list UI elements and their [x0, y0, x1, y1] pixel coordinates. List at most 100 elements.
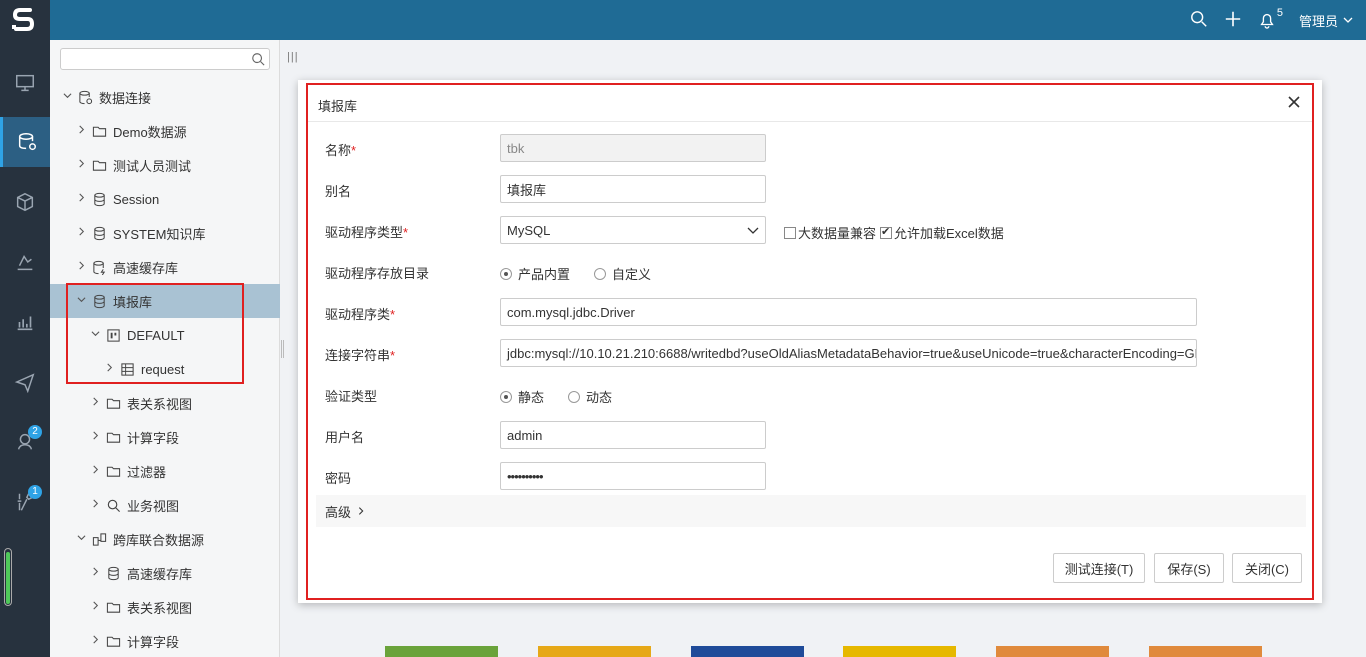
tree-item-label: 测试人员测试 — [113, 158, 192, 174]
conn-string-field[interactable]: jdbc:mysql://10.10.21.210:6688/writedbd?… — [500, 339, 1197, 367]
tree-item[interactable]: 跨库联合数据源 — [50, 522, 280, 556]
database-icon — [88, 192, 113, 207]
data-connection-nav-icon[interactable] — [0, 117, 50, 167]
memory-meter — [4, 548, 12, 606]
publish-icon[interactable] — [0, 357, 50, 407]
checkbox-box[interactable] — [784, 226, 796, 239]
cube-icon[interactable] — [0, 177, 50, 227]
tree-item[interactable]: 高速缓存库 — [50, 556, 280, 590]
radio-circle[interactable] — [594, 267, 607, 280]
chevron-right-icon[interactable] — [88, 397, 102, 409]
tree-item[interactable]: 过滤器 — [50, 454, 280, 488]
chevron-down-icon[interactable] — [74, 295, 88, 307]
tree-item[interactable]: 表关系视图 — [50, 386, 280, 420]
chevron-right-icon[interactable] — [74, 193, 88, 205]
analysis-icon[interactable] — [0, 237, 50, 287]
tree-item[interactable]: 填报库 — [50, 284, 280, 318]
name-label: 名称* — [325, 143, 357, 158]
folder-icon — [102, 464, 127, 479]
chevron-right-icon[interactable] — [74, 261, 88, 273]
tree-item[interactable]: 数据连接 — [50, 80, 280, 114]
tree-item[interactable]: 表关系视图 — [50, 590, 280, 624]
allow-excel-checkbox[interactable]: 允许加载Excel数据 — [880, 223, 1004, 242]
search-icon[interactable] — [1190, 10, 1208, 31]
tree-item[interactable]: DEFAULT — [50, 318, 280, 352]
auth-static-radio[interactable]: 静态 — [500, 387, 544, 406]
chevron-right-icon[interactable] — [74, 227, 88, 239]
test-connection-button[interactable]: 测试连接(T) — [1053, 553, 1145, 583]
tree-item[interactable]: SYSTEM知识库 — [50, 216, 280, 250]
bg-color-bar — [843, 646, 956, 657]
tree-item[interactable]: 测试人员测试 — [50, 148, 280, 182]
radio-circle[interactable] — [500, 390, 512, 403]
driver-dir-builtin-radio[interactable]: 产品内置 — [500, 264, 570, 283]
monitor-icon[interactable] — [0, 58, 50, 108]
username-label: 用户名 — [325, 430, 365, 445]
driver-dir-custom-radio[interactable]: 自定义 — [594, 264, 651, 283]
driver-class-field[interactable]: com.mysql.jdbc.Driver — [500, 298, 1197, 326]
chevron-right-icon[interactable] — [88, 431, 102, 443]
table-icon — [116, 362, 141, 377]
driver-type-label: 驱动程序类型* — [325, 225, 409, 240]
password-field[interactable]: •••••••••• — [500, 462, 766, 490]
chevron-right-icon[interactable] — [88, 601, 102, 613]
chevron-right-icon[interactable] — [88, 499, 102, 511]
chevron-right-icon[interactable] — [88, 635, 102, 647]
checkbox-box[interactable] — [880, 225, 892, 239]
app-logo-icon[interactable] — [0, 0, 50, 40]
driver-type-select[interactable]: MySQL — [500, 216, 766, 244]
close-icon[interactable] — [1284, 92, 1304, 112]
tree-search-input[interactable] — [60, 48, 270, 70]
chevron-down-icon[interactable] — [74, 533, 88, 545]
username-field[interactable]: admin — [500, 421, 766, 449]
close-button[interactable]: 关闭(C) — [1232, 553, 1302, 583]
user-name: 管理员 — [1298, 13, 1338, 29]
tree-item[interactable]: request — [50, 352, 280, 386]
name-field[interactable]: tbk — [500, 134, 766, 162]
save-button[interactable]: 保存(S) — [1154, 553, 1224, 583]
add-icon[interactable] — [1224, 10, 1242, 31]
notification-count: 5 — [1276, 7, 1283, 19]
chevron-right-icon[interactable] — [74, 125, 88, 137]
search-icon[interactable] — [251, 52, 265, 66]
advanced-toggle[interactable]: 高级 — [316, 495, 1306, 527]
bar-chart-icon[interactable] — [0, 297, 50, 347]
alias-field[interactable]: 填报库 — [500, 175, 766, 203]
resource-icon[interactable]: 2 — [0, 417, 50, 467]
chevron-right-icon[interactable] — [102, 363, 116, 375]
radio-circle[interactable] — [500, 267, 512, 280]
database-icon — [102, 566, 127, 581]
radio-circle[interactable] — [568, 390, 581, 403]
folder-icon — [88, 158, 113, 173]
tree-item[interactable]: 计算字段 — [50, 624, 280, 657]
notifications-button[interactable]: 5 — [1258, 7, 1283, 29]
tree-item[interactable]: 计算字段 — [50, 420, 280, 454]
bg-color-bar — [538, 646, 651, 657]
resource-badge: 2 — [28, 425, 42, 439]
user-menu[interactable]: 管理员 — [1299, 11, 1354, 30]
chevron-right-icon[interactable] — [74, 159, 88, 171]
auth-dynamic-radio[interactable]: 动态 — [568, 387, 612, 406]
cache-database-icon — [88, 260, 113, 275]
tree-item[interactable]: Session — [50, 182, 280, 216]
bigdata-compat-checkbox[interactable]: 大数据量兼容 — [784, 223, 876, 242]
tree-item-label: Session — [113, 191, 160, 207]
collapse-handle-icon[interactable]: ||| — [287, 51, 299, 63]
tree-item-label: 高速缓存库 — [113, 260, 179, 276]
tools-icon[interactable]: 1 — [0, 477, 50, 527]
driver-dir-label: 驱动程序存放目录 — [325, 266, 430, 281]
tree-item[interactable]: Demo数据源 — [50, 114, 280, 148]
tree-item[interactable]: 业务视图 — [50, 488, 280, 522]
memory-meter-fill — [6, 552, 10, 604]
tree-item-label: request — [141, 361, 185, 377]
chevron-right-icon[interactable] — [88, 465, 102, 477]
search-icon — [102, 498, 127, 513]
folder-icon — [102, 396, 127, 411]
chevron-down-icon[interactable] — [60, 91, 74, 103]
alias-label: 别名 — [325, 184, 352, 199]
chevron-right-icon[interactable] — [88, 567, 102, 579]
database-icon — [88, 294, 113, 309]
bg-color-bar — [1149, 646, 1262, 657]
chevron-down-icon[interactable] — [88, 329, 102, 341]
tree-item[interactable]: 高速缓存库 — [50, 250, 280, 284]
